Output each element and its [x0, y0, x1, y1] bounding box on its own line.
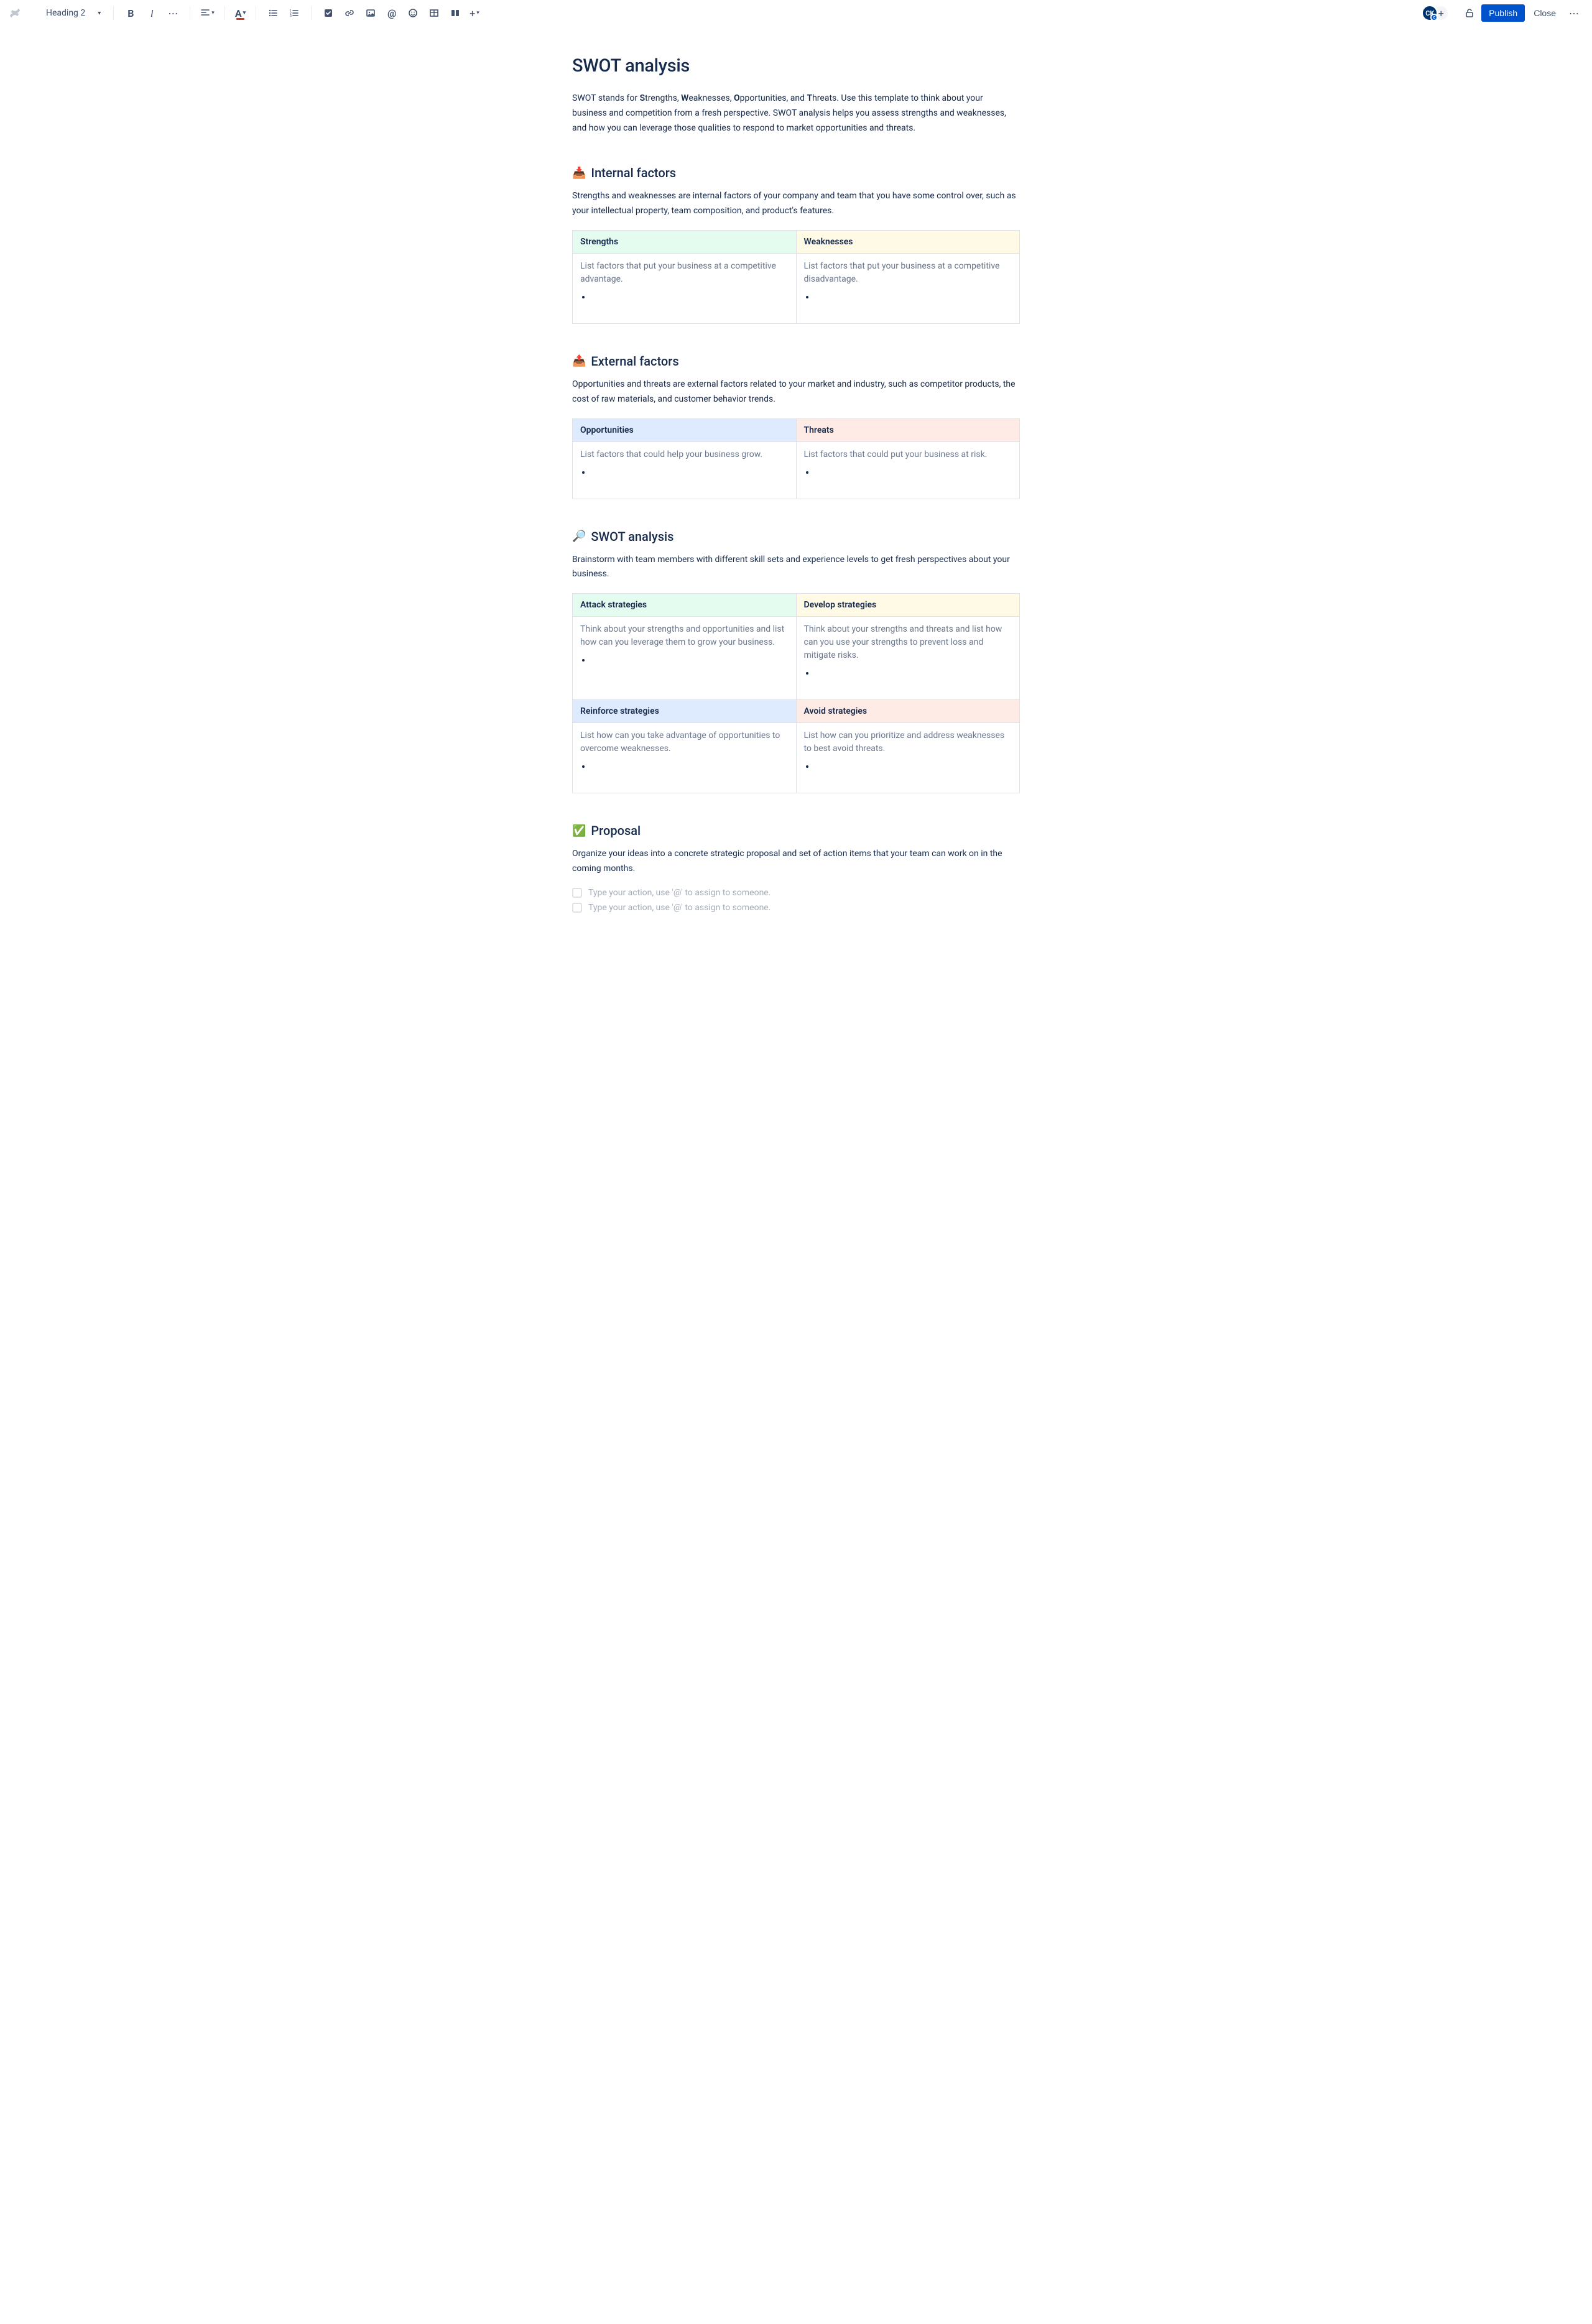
list-item[interactable] — [815, 762, 1012, 772]
swot-strategies-table[interactable]: Attack strategies Develop strategies Thi… — [572, 593, 1020, 793]
user-avatar[interactable]: CK c — [1422, 5, 1438, 21]
strengths-hint: List factors that put your business at a… — [580, 260, 789, 286]
separator — [113, 6, 114, 20]
internal-factors-desc[interactable]: Strengths and weaknesses are internal fa… — [572, 189, 1020, 219]
outbox-icon: 📤 — [572, 354, 586, 367]
intro-paragraph[interactable]: SWOT stands for Strengths, Weaknesses, O… — [572, 91, 1020, 136]
action-placeholder: Type your action, use '@' to assign to s… — [588, 903, 771, 913]
list-item[interactable] — [591, 655, 789, 665]
bullet-list-button[interactable] — [264, 4, 282, 22]
reinforce-cell[interactable]: List how can you take advantage of oppor… — [573, 723, 797, 793]
attack-cell[interactable]: Think about your strengths and opportuni… — [573, 617, 797, 700]
opportunities-cell[interactable]: List factors that could help your busine… — [573, 441, 797, 499]
svg-text:3: 3 — [290, 14, 292, 18]
strengths-cell[interactable]: List factors that put your business at a… — [573, 253, 797, 323]
list-item[interactable] — [815, 292, 1012, 302]
align-button[interactable]: ▾ — [198, 4, 217, 22]
weaknesses-hint: List factors that put your business at a… — [804, 260, 1012, 286]
opportunities-hint: List factors that could help your busine… — [580, 448, 789, 461]
develop-header[interactable]: Develop strategies — [796, 594, 1020, 617]
swot-analysis-desc[interactable]: Brainstorm with team members with differ… — [572, 553, 1020, 583]
proposal-heading[interactable]: ✅ Proposal — [572, 823, 1020, 838]
develop-cell[interactable]: Think about your strengths and threats a… — [796, 617, 1020, 700]
action-item-row[interactable]: Type your action, use '@' to assign to s… — [572, 903, 1020, 913]
editor-toolbar: Heading 2 ▾ B I ⋯ ▾ A▾ 123 @ +▾ — [0, 0, 1592, 27]
image-button[interactable] — [361, 4, 380, 22]
strengths-header[interactable]: Strengths — [573, 230, 797, 253]
weaknesses-header[interactable]: Weaknesses — [796, 230, 1020, 253]
text-style-label: Heading 2 — [46, 8, 85, 18]
text-style-select[interactable]: Heading 2 ▾ — [41, 6, 106, 21]
page-title[interactable]: SWOT analysis — [572, 55, 1020, 76]
develop-hint: Think about your strengths and threats a… — [804, 623, 1012, 662]
emoji-button[interactable] — [404, 4, 422, 22]
separator — [311, 6, 312, 20]
avoid-hint: List how can you prioritize and address … — [804, 729, 1012, 755]
external-factors-desc[interactable]: Opportunities and threats are external f… — [572, 377, 1020, 407]
weaknesses-cell[interactable]: List factors that put your business at a… — [796, 253, 1020, 323]
restrictions-button[interactable] — [1460, 4, 1479, 22]
layouts-button[interactable] — [446, 4, 465, 22]
insert-more-button[interactable]: +▾ — [467, 4, 482, 22]
overflow-menu-button[interactable]: ⋯ — [1565, 4, 1583, 22]
opportunities-header[interactable]: Opportunities — [573, 418, 797, 441]
checkbox[interactable] — [572, 903, 582, 913]
italic-button[interactable]: I — [142, 4, 161, 22]
close-button[interactable]: Close — [1527, 4, 1562, 22]
list-item[interactable] — [591, 762, 789, 772]
more-formatting-button[interactable]: ⋯ — [164, 4, 182, 22]
chevron-down-icon: ▾ — [476, 10, 479, 16]
internal-factors-table[interactable]: Strengths Weaknesses List factors that p… — [572, 230, 1020, 324]
proposal-desc[interactable]: Organize your ideas into a concrete stra… — [572, 847, 1020, 877]
text-color-button[interactable]: A▾ — [233, 4, 248, 22]
reinforce-hint: List how can you take advantage of oppor… — [580, 729, 789, 755]
separator — [224, 6, 225, 20]
action-item-row[interactable]: Type your action, use '@' to assign to s… — [572, 888, 1020, 898]
threats-header[interactable]: Threats — [796, 418, 1020, 441]
external-factors-heading[interactable]: 📤 External factors — [572, 354, 1020, 369]
document-body: SWOT analysis SWOT stands for Strengths,… — [560, 27, 1032, 967]
action-item-button[interactable] — [319, 4, 338, 22]
table-button[interactable] — [425, 4, 443, 22]
attack-header[interactable]: Attack strategies — [573, 594, 797, 617]
action-placeholder: Type your action, use '@' to assign to s… — [588, 888, 771, 898]
chevron-down-icon: ▾ — [211, 10, 215, 16]
list-item[interactable] — [591, 468, 789, 477]
check-icon: ✅ — [572, 824, 586, 837]
reinforce-header[interactable]: Reinforce strategies — [573, 700, 797, 723]
mention-button[interactable]: @ — [382, 4, 401, 22]
list-item[interactable] — [815, 468, 1012, 477]
avoid-header[interactable]: Avoid strategies — [796, 700, 1020, 723]
publish-button[interactable]: Publish — [1481, 4, 1525, 22]
swot-analysis-heading[interactable]: 🔎 SWOT analysis — [572, 529, 1020, 544]
magnifier-icon: 🔎 — [572, 530, 586, 543]
external-factors-table[interactable]: Opportunities Threats List factors that … — [572, 418, 1020, 499]
inbox-icon: 📥 — [572, 167, 586, 180]
numbered-list-button[interactable]: 123 — [285, 4, 303, 22]
checkbox[interactable] — [572, 888, 582, 898]
threats-hint: List factors that could put your busines… — [804, 448, 1012, 461]
list-item[interactable] — [815, 668, 1012, 678]
threats-cell[interactable]: List factors that could put your busines… — [796, 441, 1020, 499]
confluence-logo-icon — [9, 7, 21, 19]
avoid-cell[interactable]: List how can you prioritize and address … — [796, 723, 1020, 793]
link-button[interactable] — [340, 4, 359, 22]
list-item[interactable] — [591, 292, 789, 302]
attack-hint: Think about your strengths and opportuni… — [580, 623, 789, 649]
chevron-down-icon: ▾ — [98, 10, 101, 17]
bold-button[interactable]: B — [121, 4, 140, 22]
internal-factors-heading[interactable]: 📥 Internal factors — [572, 165, 1020, 180]
chevron-down-icon: ▾ — [243, 10, 246, 16]
